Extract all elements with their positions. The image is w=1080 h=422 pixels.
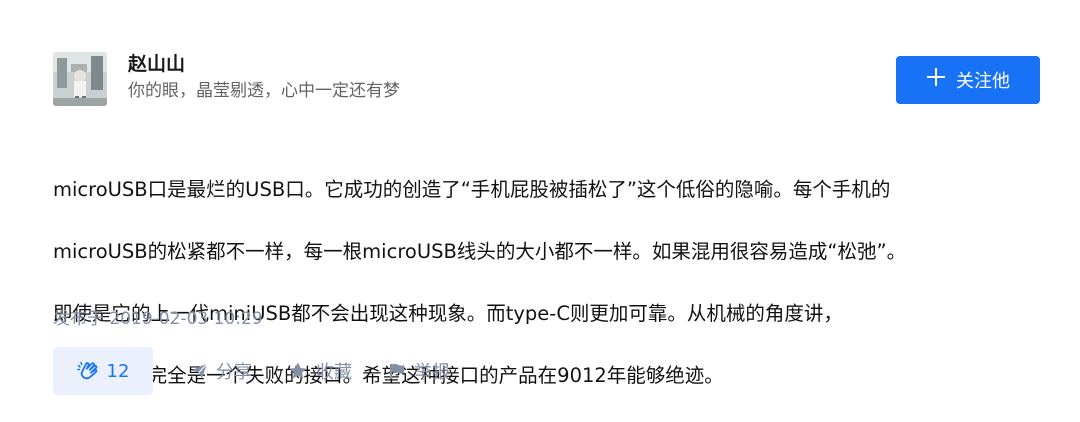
report-button[interactable]: 举报 [388, 358, 450, 384]
content-line: microUSB的松紧都不一样，每一根microUSB线头的大小都不一样。如果混… [53, 240, 907, 263]
follow-button-label: 关注他 [956, 71, 1010, 92]
publish-timestamp[interactable]: 发布于 2019-02-03 10:29 [53, 304, 263, 329]
content-line: microUSB口是最烂的USB口。它成功的创造了“手机屁股被插松了”这个低俗的… [53, 178, 891, 201]
share-button[interactable]: 分享 [190, 358, 252, 384]
avatar[interactable] [53, 52, 107, 106]
answer-card: 赵山山 你的眼，晶莹剔透，心中一定还有梦 关注他 microUSB口是最烂的US… [0, 0, 1080, 411]
author-header: 赵山山 你的眼，晶莹剔透，心中一定还有梦 [53, 52, 400, 106]
avatar-image [53, 52, 107, 106]
author-info: 赵山山 你的眼，晶莹剔透，心中一定还有梦 [128, 52, 400, 102]
author-name[interactable]: 赵山山 [128, 52, 400, 76]
clap-button[interactable]: 12 [53, 347, 153, 395]
send-icon [191, 363, 208, 379]
share-label: 分享 [216, 362, 252, 383]
favorite-label: 收藏 [316, 362, 352, 383]
flag-icon [390, 363, 404, 379]
action-bar: 12 分享 收藏 举报 [53, 347, 450, 395]
clap-icon [76, 361, 97, 380]
favorite-button[interactable]: 收藏 [288, 358, 352, 384]
follow-button[interactable]: 关注他 [896, 56, 1040, 104]
report-label: 举报 [414, 362, 450, 383]
clap-count: 12 [106, 360, 130, 382]
star-icon [289, 362, 307, 379]
plus-icon [926, 66, 946, 92]
author-bio: 你的眼，晶莹剔透，心中一定还有梦 [128, 81, 400, 101]
